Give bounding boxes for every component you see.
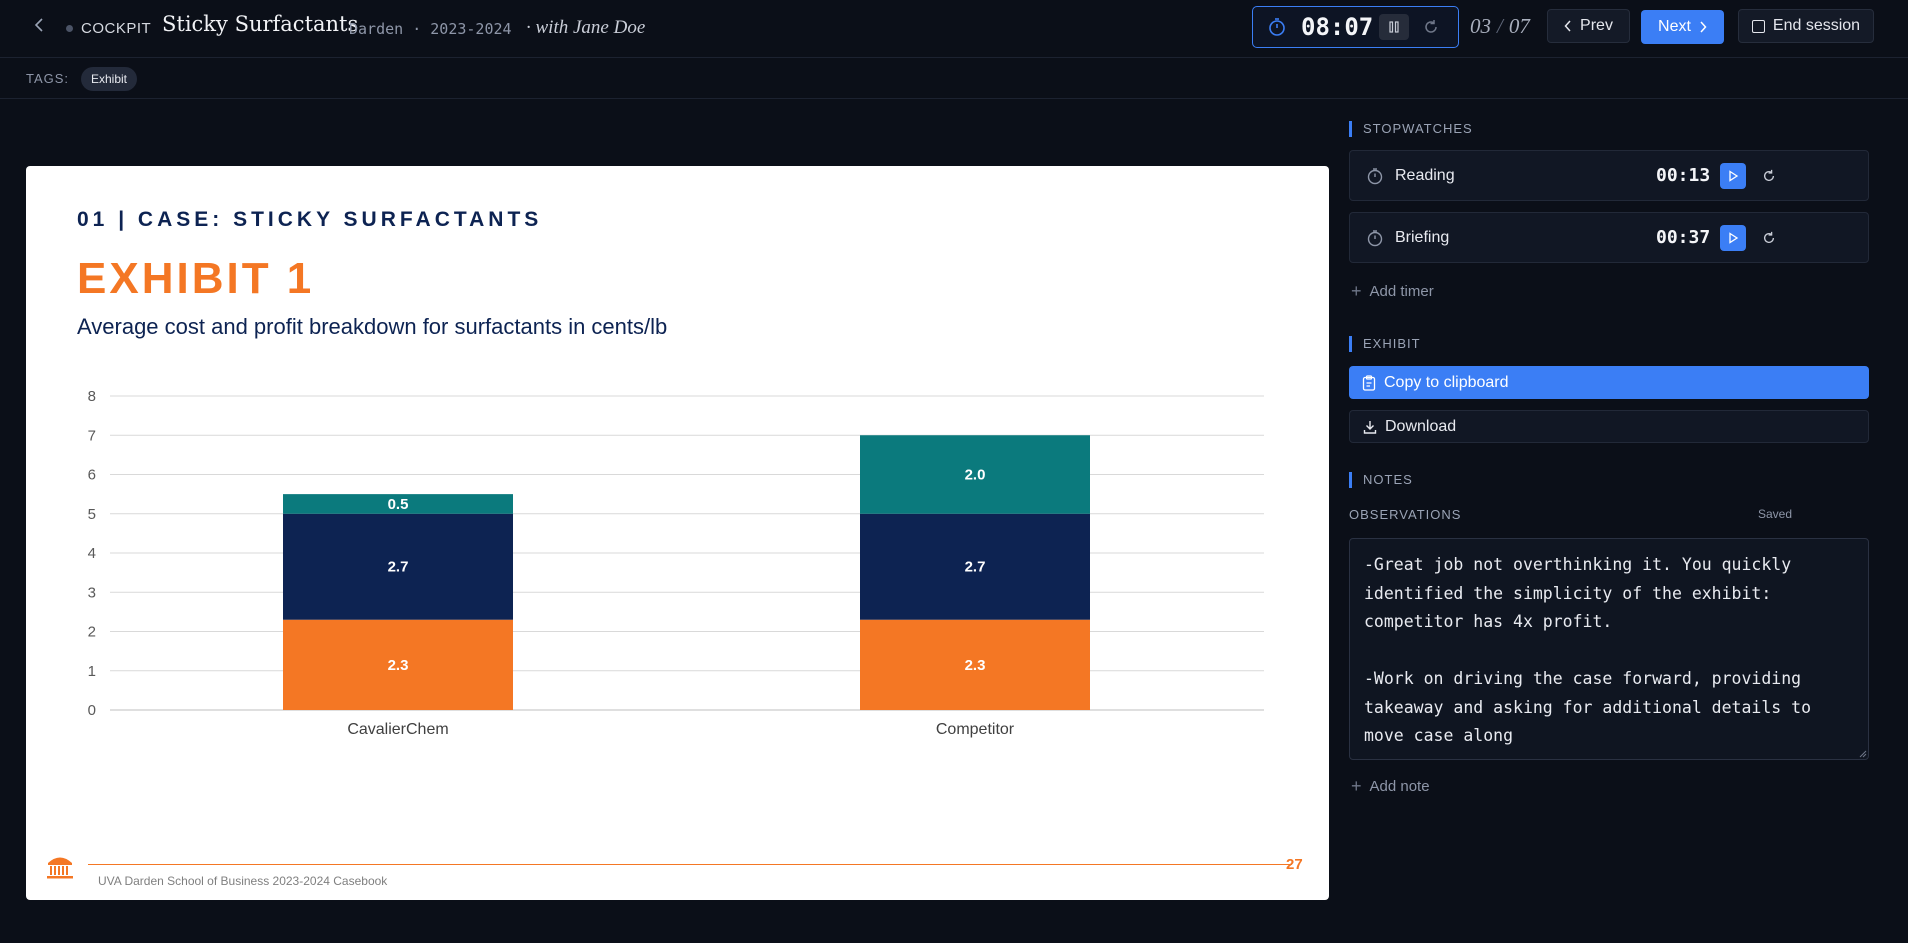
- play-stopwatch-button[interactable]: [1720, 163, 1746, 189]
- stopwatch-time: 00:37: [1656, 227, 1711, 248]
- plus-icon: +: [1351, 776, 1362, 796]
- notes-section-label: NOTES: [1349, 472, 1413, 488]
- square-icon: [1751, 19, 1765, 33]
- stopwatch-name: Reading: [1395, 167, 1455, 184]
- data-label: 2.7: [388, 559, 409, 576]
- rotunda-logo-icon: [47, 857, 73, 879]
- tag-chip-exhibit[interactable]: Exhibit: [81, 67, 138, 91]
- session-timer: 08:07: [1252, 6, 1459, 48]
- play-stopwatch-button[interactable]: [1720, 225, 1746, 251]
- stopwatch-name: Briefing: [1395, 229, 1450, 246]
- add-timer-button[interactable]: + Add timer: [1351, 281, 1434, 302]
- slide-page-number: 27: [1286, 856, 1303, 873]
- slide-subtitle: Average cost and profit breakdown for su…: [77, 314, 668, 339]
- copy-to-clipboard-button[interactable]: Copy to clipboard: [1349, 366, 1869, 399]
- y-tick-label: 0: [88, 702, 96, 719]
- tags-bar: TAGS: Exhibit: [0, 59, 1908, 99]
- stopwatch-icon: [1367, 230, 1383, 247]
- observations-label: OBSERVATIONS: [1349, 507, 1462, 522]
- brand-label: COCKPIT: [81, 20, 152, 37]
- y-tick-label: 7: [88, 427, 96, 444]
- prev-button[interactable]: Prev: [1547, 9, 1630, 43]
- chevron-left-icon: [34, 18, 43, 32]
- pager-current: 03: [1470, 14, 1491, 38]
- play-icon: [1729, 232, 1739, 244]
- y-tick-label: 4: [88, 545, 96, 562]
- brand: COCKPIT: [66, 20, 151, 37]
- stopwatch-icon: [1367, 168, 1383, 185]
- add-note-label: Add note: [1369, 778, 1430, 795]
- download-button[interactable]: Download: [1349, 410, 1869, 443]
- y-tick-label: 3: [88, 584, 96, 601]
- reset-icon: [1763, 169, 1775, 182]
- brand-dot-icon: [66, 25, 73, 32]
- pause-icon: [1389, 21, 1399, 33]
- plus-icon: +: [1351, 281, 1362, 301]
- add-note-button[interactable]: + Add note: [1351, 776, 1430, 797]
- reset-stopwatch-button[interactable]: [1757, 164, 1781, 188]
- y-tick-label: 5: [88, 506, 96, 523]
- data-label: 2.3: [388, 657, 409, 674]
- top-bar: COCKPIT Sticky Surfactants Darden · 2023…: [0, 0, 1908, 58]
- y-tick-label: 6: [88, 467, 96, 484]
- download-icon: [1363, 420, 1377, 434]
- slide-footer-rule: [88, 864, 1292, 865]
- stopwatch-icon: [1269, 18, 1285, 36]
- stopwatch-card-briefing: Briefing 00:37: [1349, 212, 1869, 263]
- end-session-button[interactable]: End session: [1738, 9, 1874, 43]
- saved-status: Saved: [1758, 507, 1793, 521]
- y-tick-label: 8: [88, 388, 96, 405]
- category-label: CavalierChem: [347, 721, 448, 738]
- data-label: 0.5: [388, 496, 409, 513]
- resize-grip-icon[interactable]: [1857, 748, 1867, 758]
- chevron-right-icon: [1700, 21, 1707, 33]
- add-timer-label: Add timer: [1369, 283, 1434, 300]
- data-label: 2.0: [965, 467, 986, 484]
- clipboard-icon: [1362, 374, 1376, 391]
- copy-label: Copy to clipboard: [1384, 373, 1509, 391]
- next-button[interactable]: Next: [1641, 10, 1724, 44]
- data-label: 2.7: [965, 559, 986, 576]
- reset-icon: [1763, 231, 1775, 244]
- slide-pager: 03/07: [1470, 14, 1530, 39]
- category-label: Competitor: [936, 721, 1015, 738]
- stopwatch-time: 00:13: [1656, 165, 1711, 186]
- slide-exhibit-title: EXHIBIT 1: [77, 254, 315, 303]
- pager-separator: /: [1497, 14, 1503, 38]
- y-tick-label: 1: [88, 663, 96, 680]
- stopwatch-card-reading: Reading 00:13: [1349, 150, 1869, 201]
- y-tick-label: 2: [88, 624, 96, 641]
- chevron-left-icon: [1564, 20, 1571, 32]
- prev-label: Prev: [1580, 17, 1613, 34]
- case-interviewer: · with Jane Doe: [526, 17, 646, 38]
- case-title: Sticky Surfactants: [162, 12, 359, 36]
- tags-label: TAGS:: [26, 71, 70, 86]
- pager-total: 07: [1508, 14, 1530, 38]
- back-button[interactable]: [26, 12, 52, 38]
- download-label: Download: [1385, 417, 1457, 435]
- reset-timer-button[interactable]: [1419, 15, 1443, 39]
- slide-kicker: 01 | CASE: STICKY SURFACTANTS: [77, 208, 543, 231]
- end-session-label: End session: [1772, 17, 1861, 34]
- exhibit-section-label: EXHIBIT: [1349, 336, 1421, 352]
- stopwatches-section-label: STOPWATCHES: [1349, 121, 1473, 137]
- pause-timer-button[interactable]: [1379, 14, 1409, 40]
- exhibit-slide: 01 | CASE: STICKY SURFACTANTS EXHIBIT 1 …: [26, 166, 1329, 900]
- session-timer-value: 08:07: [1301, 13, 1374, 41]
- next-label: Next: [1658, 18, 1691, 35]
- stacked-bar-chart: 0 1 2 3 4 5 6 7 8 2.3 2.7 0.5 CavalierChem 2.3 2.7 2.0 C…: [88, 388, 1264, 738]
- reset-stopwatch-button[interactable]: [1757, 226, 1781, 250]
- case-meta: Darden · 2023-2024: [349, 20, 512, 38]
- observations-textarea[interactable]: [1349, 538, 1869, 760]
- reset-icon: [1425, 20, 1437, 33]
- data-label: 2.3: [965, 657, 986, 674]
- play-icon: [1729, 170, 1739, 182]
- slide-footer-text: UVA Darden School of Business 2023-2024 …: [98, 874, 388, 888]
